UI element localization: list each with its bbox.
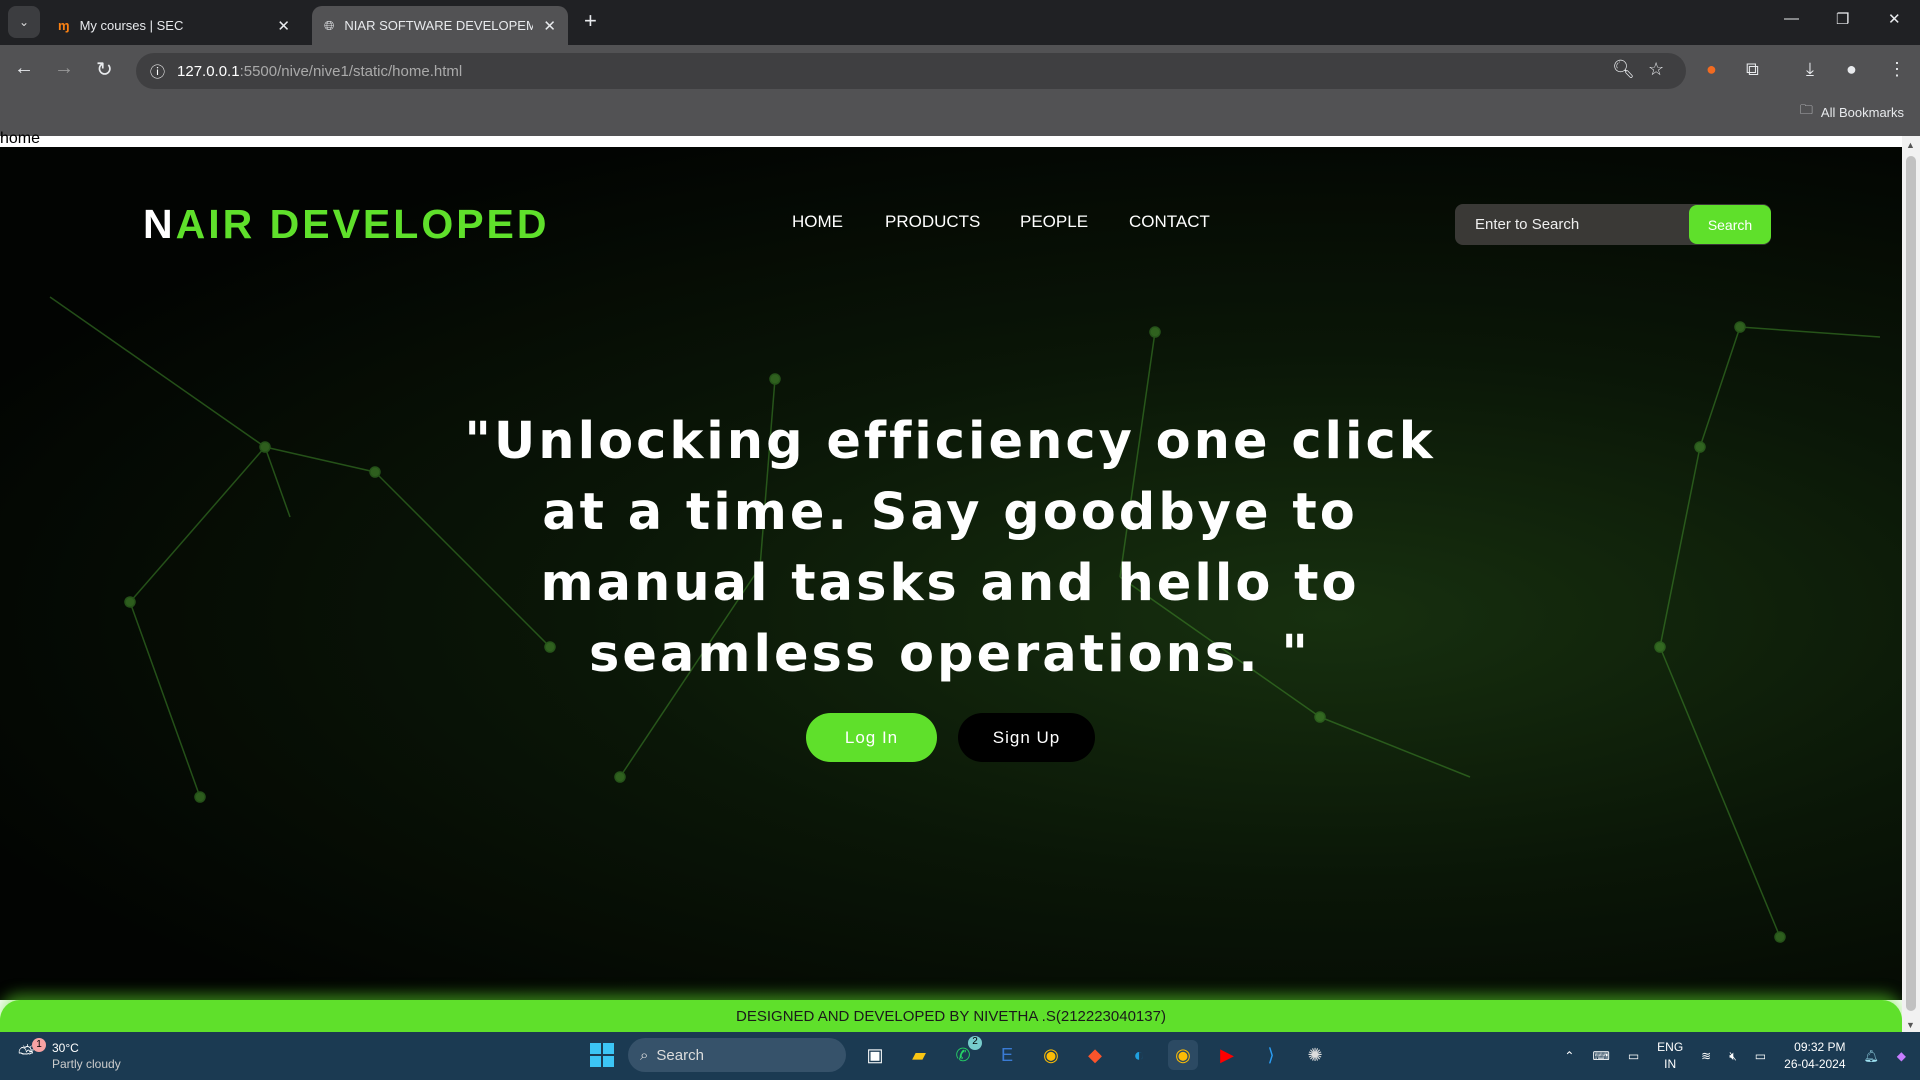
app-icon[interactable]: E: [992, 1040, 1022, 1070]
logo-air: AIR: [175, 201, 256, 247]
mute-icon[interactable]: 🔇︎: [1729, 1049, 1737, 1064]
whatsapp-badge: 2: [968, 1036, 982, 1050]
nav-home[interactable]: HOME: [792, 212, 843, 232]
taskbar-search[interactable]: ⌕ Search: [628, 1038, 846, 1072]
start-button[interactable]: [590, 1043, 614, 1067]
bookmarks-label: All Bookmarks: [1820, 104, 1904, 120]
task-view-icon[interactable]: ▣: [860, 1040, 890, 1070]
search-button[interactable]: Search: [1689, 205, 1771, 244]
close-tab-icon[interactable]: ✕: [277, 17, 290, 35]
menu-icon[interactable]: ⋮: [1888, 59, 1906, 80]
nav-contact[interactable]: CONTACT: [1129, 212, 1210, 232]
tab-niar[interactable]: 🌐︎ NIAR SOFTWARE DEVELOPEMENT ✕: [312, 6, 568, 45]
scrollbar-thumb[interactable]: [1906, 156, 1916, 1011]
close-tab-icon[interactable]: ✕: [543, 17, 556, 35]
system-tray: ⌃ ⌨ ▭ ENG IN ≋ 🔇︎ ▭ 09:32 PM 26-04-2024 🔔︎…: [1564, 1032, 1920, 1080]
url-path: :5500/nive/nive1/static/home.html: [239, 62, 463, 80]
moodle-icon: ɱ: [58, 18, 70, 33]
language-indicator[interactable]: ENG IN: [1657, 1039, 1683, 1073]
vscode-icon[interactable]: ⟩: [1256, 1040, 1286, 1070]
battery-icon[interactable]: ▭: [1755, 1049, 1766, 1063]
footer-text: DESIGNED AND DEVELOPED BY NIVETHA .S(212…: [736, 1007, 1166, 1025]
touchpad-icon[interactable]: ▭: [1628, 1049, 1639, 1063]
hero-section: NAIR DEVELOPED HOME PRODUCTS PEOPLE CONT…: [0, 147, 1902, 1000]
youtube-icon[interactable]: ▶: [1212, 1040, 1242, 1070]
site-search: Search: [1455, 204, 1771, 245]
tab-my-courses[interactable]: ɱ My courses | SEC ✕: [46, 6, 302, 45]
page-scrollbar[interactable]: ▲ ▼: [1902, 136, 1920, 1032]
forward-button[interactable]: →: [54, 57, 74, 80]
page-breadcrumb: home: [0, 130, 41, 147]
scroll-up-icon[interactable]: ▲: [1906, 140, 1915, 150]
browser-toolbar: ← → ↻ ⓘ 127.0.0.1:5500/nive/nive1/static…: [0, 45, 1920, 136]
search-input[interactable]: [1455, 216, 1689, 233]
chrome-icon[interactable]: ◉: [1036, 1040, 1066, 1070]
all-bookmarks[interactable]: 🗀 All Bookmarks: [1800, 101, 1904, 123]
clock-date: 26-04-2024: [1784, 1057, 1846, 1071]
browser-tab-bar: ⌄ ɱ My courses | SEC ✕ 🌐︎ NIAR SOFTWARE …: [0, 0, 1920, 45]
site-info-icon[interactable]: ⓘ: [150, 61, 165, 82]
globe-icon: 🌐︎: [324, 17, 335, 33]
address-bar[interactable]: ⓘ 127.0.0.1:5500/nive/nive1/static/home.…: [136, 53, 1686, 89]
weather-widget[interactable]: ⛅︎ 1 30°C Partly cloudy: [18, 1038, 121, 1072]
page-footer: DESIGNED AND DEVELOPED BY NIVETHA .S(212…: [0, 1000, 1902, 1032]
site-logo[interactable]: NAIR DEVELOPED: [143, 201, 550, 248]
search-icon: ⌕: [640, 1046, 649, 1064]
whatsapp-icon[interactable]: ✆ 2: [948, 1036, 982, 1070]
lang-primary: ENG: [1657, 1040, 1684, 1054]
profile-icon[interactable]: ●: [1846, 59, 1857, 80]
taskbar: ⛅︎ 1 30°C Partly cloudy ⌕ Search ▣ ▰ ✆ 2 E ◉…: [0, 1032, 1920, 1080]
lang-region: IN: [1664, 1057, 1677, 1071]
weather-icon: ⛅︎ 1: [18, 1038, 46, 1066]
nav-people[interactable]: PEOPLE: [1020, 212, 1088, 232]
tab-search-button[interactable]: ⌄: [8, 6, 40, 38]
close-window-button[interactable]: ✕: [1888, 10, 1901, 28]
weather-badge: 1: [32, 1038, 46, 1052]
nav-products[interactable]: PRODUCTS: [885, 212, 980, 232]
chatgpt-icon[interactable]: ✺: [1300, 1040, 1330, 1070]
wifi-icon[interactable]: ≋: [1701, 1049, 1711, 1063]
reload-button[interactable]: ↻: [96, 57, 113, 82]
hero-quote: "Unlocking efficiency one click at a tim…: [464, 412, 1436, 684]
weather-temp: 30°C: [52, 1041, 79, 1055]
folder-icon: 🗀: [1799, 102, 1813, 117]
bookmark-star-icon[interactable]: ☆: [1648, 59, 1664, 80]
brave-icon[interactable]: ◆: [1080, 1040, 1110, 1070]
restore-button[interactable]: ❐: [1836, 10, 1849, 28]
zoom-icon[interactable]: 🔍︎: [1612, 59, 1635, 80]
back-button[interactable]: ←: [14, 57, 34, 80]
login-button[interactable]: Log In: [806, 713, 937, 762]
clock[interactable]: 09:32 PM 26-04-2024: [1784, 1039, 1845, 1073]
chrome-profile-icon[interactable]: ◉: [1168, 1040, 1198, 1070]
file-explorer-icon[interactable]: ▰: [904, 1040, 934, 1070]
download-icon[interactable]: ⤓: [1806, 59, 1814, 80]
clock-time: 09:32 PM: [1794, 1040, 1846, 1054]
edge-icon[interactable]: ◐: [1124, 1040, 1154, 1070]
taskbar-search-label: Search: [656, 1046, 704, 1064]
tab-title: NIAR SOFTWARE DEVELOPEMENT: [344, 18, 534, 33]
keyboard-icon[interactable]: ⌨: [1592, 1049, 1609, 1063]
new-tab-button[interactable]: +: [584, 8, 597, 34]
scroll-down-icon[interactable]: ▼: [1906, 1020, 1915, 1030]
tab-title: My courses | SEC: [79, 18, 184, 33]
url-host: 127.0.0.1: [177, 62, 240, 80]
weather-desc: Partly cloudy: [52, 1057, 121, 1071]
logo-n: N: [143, 201, 176, 247]
extensions-icon[interactable]: ⧉: [1746, 59, 1759, 80]
web-page: home NAIR DEVELOPED HOME PRODUCTS PEOPLE…: [0, 130, 1902, 1032]
minimize-button[interactable]: —: [1784, 10, 1799, 27]
notification-bell-icon[interactable]: 🔔︎: [1864, 1049, 1879, 1063]
copilot-icon[interactable]: ◆: [1897, 1049, 1906, 1063]
signup-button[interactable]: Sign Up: [958, 713, 1095, 762]
extension-icon[interactable]: ●: [1706, 59, 1717, 80]
logo-developed: DEVELOPED: [269, 201, 550, 247]
show-hidden-icons[interactable]: ⌃: [1564, 1049, 1574, 1063]
